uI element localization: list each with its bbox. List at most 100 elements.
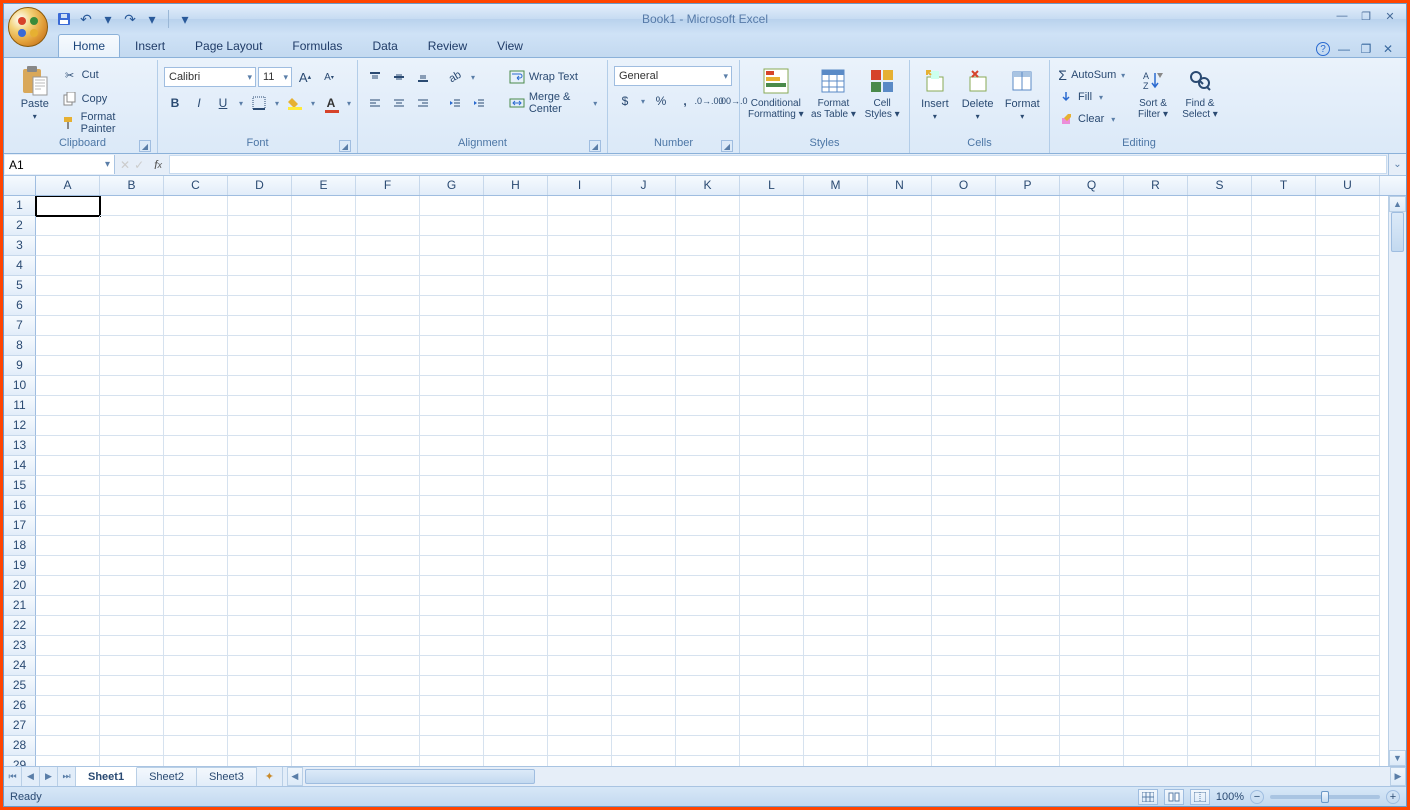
cell-R21[interactable]: [1124, 596, 1188, 616]
cell-K23[interactable]: [676, 636, 740, 656]
row-header-24[interactable]: 24: [4, 656, 36, 676]
cell-O8[interactable]: [932, 336, 996, 356]
cell-K17[interactable]: [676, 516, 740, 536]
select-all-corner[interactable]: [4, 176, 36, 195]
cell-C23[interactable]: [164, 636, 228, 656]
cell-R8[interactable]: [1124, 336, 1188, 356]
cell-H15[interactable]: [484, 476, 548, 496]
cell-A23[interactable]: [36, 636, 100, 656]
cell-U25[interactable]: [1316, 676, 1380, 696]
column-header-K[interactable]: K: [676, 176, 740, 195]
cell-G24[interactable]: [420, 656, 484, 676]
cell-S23[interactable]: [1188, 636, 1252, 656]
font-name-combo[interactable]: Calibri: [164, 67, 256, 87]
cell-A13[interactable]: [36, 436, 100, 456]
cell-R5[interactable]: [1124, 276, 1188, 296]
cell-A5[interactable]: [36, 276, 100, 296]
font-color-dropdown[interactable]: ▾: [344, 99, 354, 108]
zoom-slider-knob[interactable]: [1321, 791, 1329, 803]
cell-C25[interactable]: [164, 676, 228, 696]
minimize-button[interactable]: —: [1332, 8, 1352, 24]
cell-N27[interactable]: [868, 716, 932, 736]
cell-L13[interactable]: [740, 436, 804, 456]
cell-M2[interactable]: [804, 216, 868, 236]
find-select-button[interactable]: Find &Select ▾: [1178, 62, 1222, 120]
cell-L7[interactable]: [740, 316, 804, 336]
cell-U4[interactable]: [1316, 256, 1380, 276]
cell-B22[interactable]: [100, 616, 164, 636]
cell-I27[interactable]: [548, 716, 612, 736]
cell-O26[interactable]: [932, 696, 996, 716]
cell-E5[interactable]: [292, 276, 356, 296]
cell-P11[interactable]: [996, 396, 1060, 416]
cell-I2[interactable]: [548, 216, 612, 236]
cell-S28[interactable]: [1188, 736, 1252, 756]
cell-T4[interactable]: [1252, 256, 1316, 276]
cell-F12[interactable]: [356, 416, 420, 436]
cell-N2[interactable]: [868, 216, 932, 236]
cell-E3[interactable]: [292, 236, 356, 256]
cell-E21[interactable]: [292, 596, 356, 616]
cell-C7[interactable]: [164, 316, 228, 336]
cell-P29[interactable]: [996, 756, 1060, 766]
cell-A17[interactable]: [36, 516, 100, 536]
cell-S21[interactable]: [1188, 596, 1252, 616]
cell-P8[interactable]: [996, 336, 1060, 356]
column-header-M[interactable]: M: [804, 176, 868, 195]
cell-N5[interactable]: [868, 276, 932, 296]
row-header-16[interactable]: 16: [4, 496, 36, 516]
column-header-U[interactable]: U: [1316, 176, 1380, 195]
cell-N16[interactable]: [868, 496, 932, 516]
row-header-21[interactable]: 21: [4, 596, 36, 616]
cell-A22[interactable]: [36, 616, 100, 636]
cell-I11[interactable]: [548, 396, 612, 416]
cell-M23[interactable]: [804, 636, 868, 656]
fx-label[interactable]: fx: [148, 154, 168, 175]
cell-T15[interactable]: [1252, 476, 1316, 496]
cell-R10[interactable]: [1124, 376, 1188, 396]
cell-G17[interactable]: [420, 516, 484, 536]
cell-C27[interactable]: [164, 716, 228, 736]
cell-P15[interactable]: [996, 476, 1060, 496]
cell-D6[interactable]: [228, 296, 292, 316]
scroll-up-arrow[interactable]: ▲: [1389, 196, 1406, 212]
cell-K11[interactable]: [676, 396, 740, 416]
cell-B12[interactable]: [100, 416, 164, 436]
cell-Q7[interactable]: [1060, 316, 1124, 336]
cell-L9[interactable]: [740, 356, 804, 376]
cell-D21[interactable]: [228, 596, 292, 616]
cell-Q9[interactable]: [1060, 356, 1124, 376]
cell-N22[interactable]: [868, 616, 932, 636]
cell-D19[interactable]: [228, 556, 292, 576]
cell-E28[interactable]: [292, 736, 356, 756]
cell-J27[interactable]: [612, 716, 676, 736]
cell-H9[interactable]: [484, 356, 548, 376]
row-header-23[interactable]: 23: [4, 636, 36, 656]
cell-M5[interactable]: [804, 276, 868, 296]
cell-R27[interactable]: [1124, 716, 1188, 736]
office-button[interactable]: [8, 7, 48, 47]
cell-O7[interactable]: [932, 316, 996, 336]
cell-N28[interactable]: [868, 736, 932, 756]
cell-G21[interactable]: [420, 596, 484, 616]
cell-L6[interactable]: [740, 296, 804, 316]
copy-button[interactable]: Copy: [60, 88, 151, 110]
cell-J26[interactable]: [612, 696, 676, 716]
cell-O10[interactable]: [932, 376, 996, 396]
cell-L16[interactable]: [740, 496, 804, 516]
cell-P6[interactable]: [996, 296, 1060, 316]
cell-I25[interactable]: [548, 676, 612, 696]
cell-F5[interactable]: [356, 276, 420, 296]
cell-N21[interactable]: [868, 596, 932, 616]
cell-L20[interactable]: [740, 576, 804, 596]
cell-H8[interactable]: [484, 336, 548, 356]
shrink-font-button[interactable]: A▾: [318, 66, 340, 88]
cell-G9[interactable]: [420, 356, 484, 376]
cell-L2[interactable]: [740, 216, 804, 236]
cell-N17[interactable]: [868, 516, 932, 536]
cell-M1[interactable]: [804, 196, 868, 216]
cell-L26[interactable]: [740, 696, 804, 716]
cell-B23[interactable]: [100, 636, 164, 656]
cell-Q19[interactable]: [1060, 556, 1124, 576]
cell-T1[interactable]: [1252, 196, 1316, 216]
